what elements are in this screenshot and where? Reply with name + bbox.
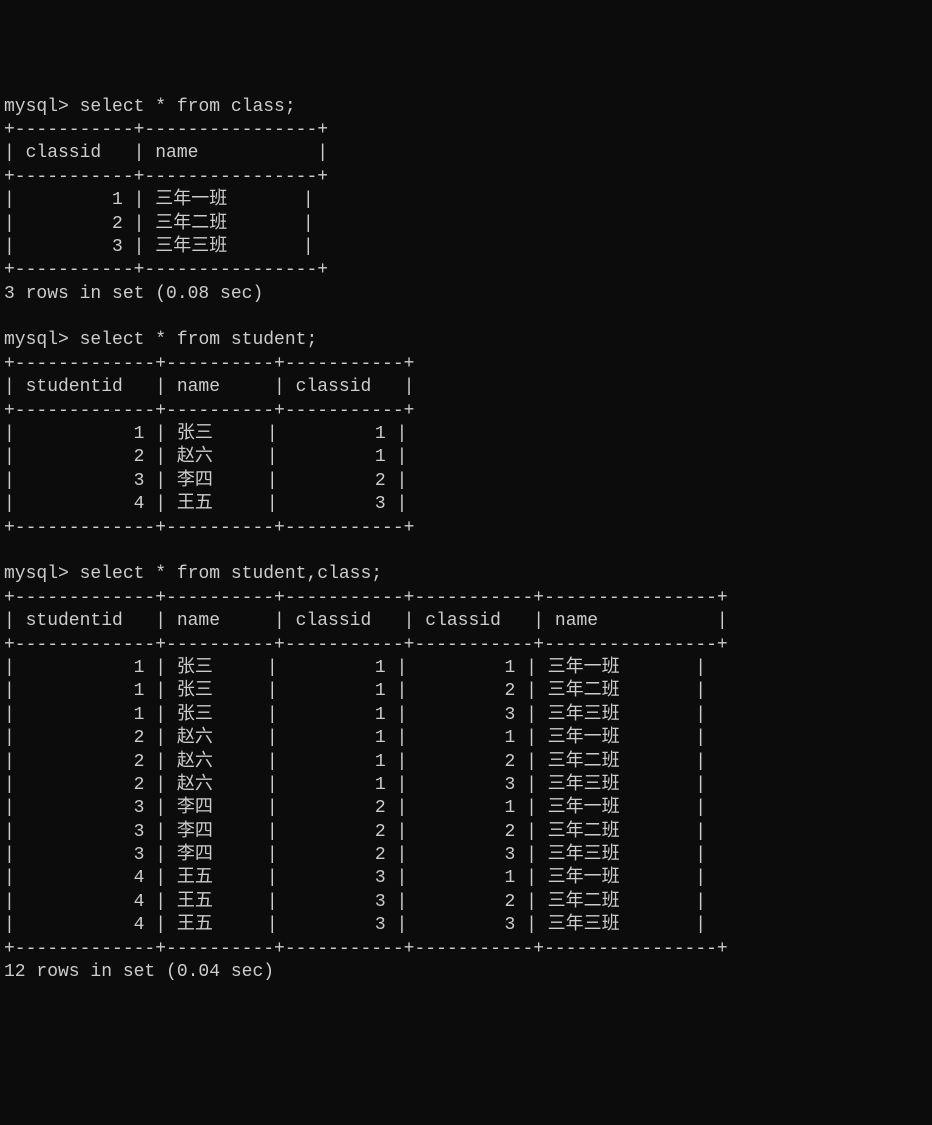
table-row: | classid | name | <box>4 142 928 165</box>
blank-line <box>4 540 928 563</box>
table-row: | 2 | 赵六 | 1 | 3 | 三年三班 | <box>4 774 928 797</box>
table-row: | 1 | 张三 | 1 | 1 | 三年一班 | <box>4 657 928 680</box>
table-row: | 2 | 赵六 | 1 | <box>4 446 928 469</box>
table-row: | studentid | name | classid | <box>4 376 928 399</box>
table-row: | studentid | name | classid | classid |… <box>4 610 928 633</box>
result-footer: 3 rows in set (0.08 sec) <box>4 283 928 306</box>
table-row: | 3 | 李四 | 2 | 2 | 三年二班 | <box>4 821 928 844</box>
mysql-prompt: mysql> <box>4 330 80 350</box>
table-row: | 1 | 张三 | 1 | <box>4 423 928 446</box>
terminal-output: mysql> select * from class;+-----------+… <box>4 96 928 1008</box>
result-footer: 12 rows in set (0.04 sec) <box>4 961 928 984</box>
mysql-prompt: mysql> <box>4 564 80 584</box>
table-row: | 2 | 赵六 | 1 | 1 | 三年一班 | <box>4 727 928 750</box>
sql-prompt-line: mysql> select * from class; <box>4 96 928 119</box>
sql-statement: select * from student,class; <box>80 564 382 584</box>
table-row: | 3 | 李四 | 2 | 1 | 三年一班 | <box>4 797 928 820</box>
table-border: +-------------+----------+-----------+--… <box>4 634 928 657</box>
blank-line <box>4 306 928 329</box>
table-row: | 4 | 王五 | 3 | 1 | 三年一班 | <box>4 867 928 890</box>
table-row: | 3 | 李四 | 2 | 3 | 三年三班 | <box>4 844 928 867</box>
table-row: | 2 | 赵六 | 1 | 2 | 三年二班 | <box>4 751 928 774</box>
table-row: | 3 | 三年三班 | <box>4 236 928 259</box>
table-border: +-----------+----------------+ <box>4 166 928 189</box>
table-border: +-------------+----------+-----------+ <box>4 517 928 540</box>
table-border: +-------------+----------+-----------+--… <box>4 587 928 610</box>
table-row: | 4 | 王五 | 3 | 3 | 三年三班 | <box>4 914 928 937</box>
table-row: | 4 | 王五 | 3 | <box>4 493 928 516</box>
blank-line <box>4 984 928 1007</box>
table-row: | 4 | 王五 | 3 | 2 | 三年二班 | <box>4 891 928 914</box>
table-border: +-------------+----------+-----------+ <box>4 400 928 423</box>
table-row: | 1 | 三年一班 | <box>4 189 928 212</box>
sql-prompt-line: mysql> select * from student; <box>4 329 928 352</box>
sql-prompt-line: mysql> select * from student,class; <box>4 563 928 586</box>
table-border: +-------------+----------+-----------+ <box>4 353 928 376</box>
table-border: +-----------+----------------+ <box>4 259 928 282</box>
sql-statement: select * from class; <box>80 97 296 117</box>
mysql-prompt: mysql> <box>4 97 80 117</box>
table-border: +-----------+----------------+ <box>4 119 928 142</box>
table-row: | 1 | 张三 | 1 | 2 | 三年二班 | <box>4 680 928 703</box>
sql-statement: select * from student; <box>80 330 318 350</box>
table-border: +-------------+----------+-----------+--… <box>4 938 928 961</box>
table-row: | 3 | 李四 | 2 | <box>4 470 928 493</box>
table-row: | 2 | 三年二班 | <box>4 213 928 236</box>
table-row: | 1 | 张三 | 1 | 3 | 三年三班 | <box>4 704 928 727</box>
